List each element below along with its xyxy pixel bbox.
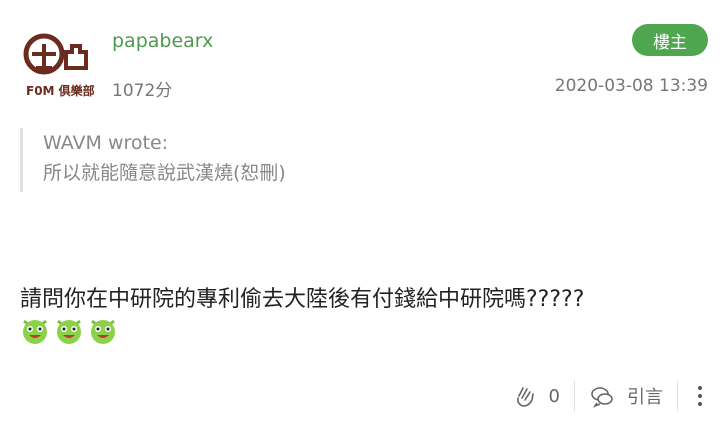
username-link[interactable]: papabearx	[112, 30, 213, 52]
monster-emoji-icon	[57, 319, 81, 344]
quote-text: 所以就能隨意說武漢燒(恕刪)	[43, 162, 286, 184]
avatar-text: F0M 俱樂部	[26, 84, 95, 98]
user-points: 1072分	[112, 81, 173, 101]
more-options-icon[interactable]	[692, 386, 708, 406]
avatar[interactable]: F0M 俱樂部	[22, 30, 95, 102]
quote-label: 引言	[627, 387, 663, 408]
quote-author: WAVM wrote:	[43, 132, 169, 154]
clap-hands-icon	[516, 387, 534, 407]
monster-emoji-icon	[91, 319, 115, 344]
quote-button[interactable]: 引言	[589, 383, 663, 409]
quote-bubble-icon	[591, 387, 613, 408]
like-count: 0	[548, 385, 560, 407]
post-actions: 0 引言	[513, 376, 708, 416]
quote-block: WAVM wrote: 所以就能隨意說武漢燒(恕刪)	[20, 128, 286, 192]
post-timestamp: 2020-03-08 13:39	[554, 76, 708, 96]
floor-badge: 樓主	[632, 24, 708, 56]
action-divider	[574, 381, 575, 411]
club-logo-icon	[23, 33, 88, 75]
post-content: 請問你在中研院的專利偷去大陸後有付錢給中研院嗎?????	[20, 287, 585, 312]
action-divider	[677, 381, 678, 411]
emoji-row	[20, 315, 118, 345]
monster-emoji-icon	[23, 319, 47, 344]
like-button[interactable]: 0	[513, 384, 560, 408]
